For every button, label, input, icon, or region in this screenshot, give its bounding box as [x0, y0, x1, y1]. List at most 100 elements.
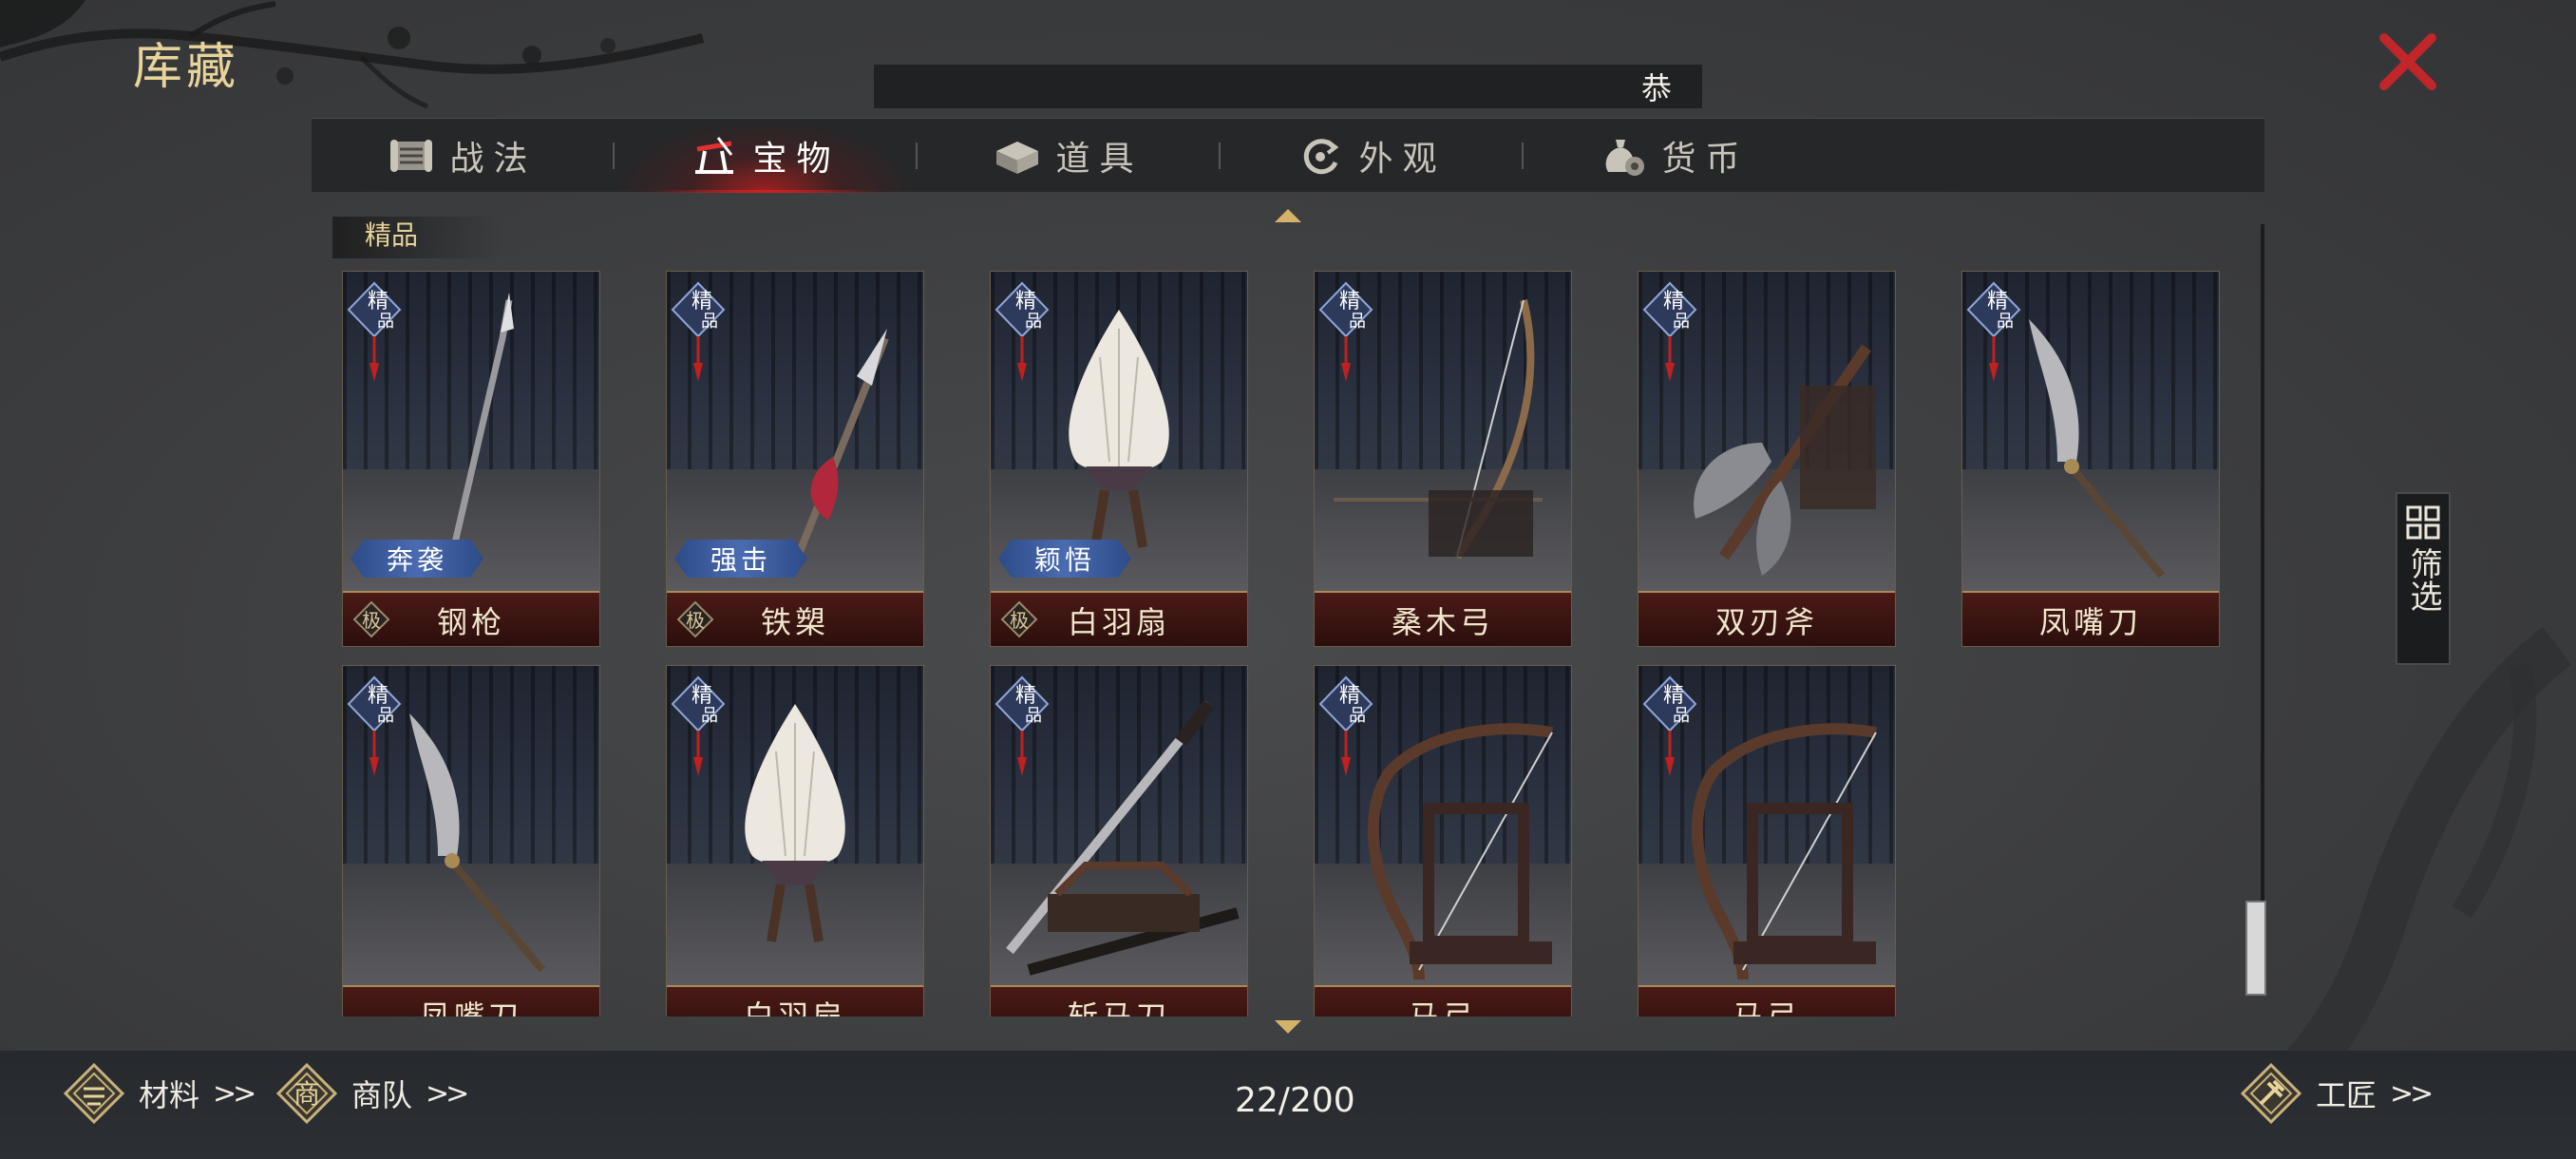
ink-branch-decoration: [0, 0, 705, 109]
tab-label: 货币: [1661, 139, 1750, 179]
badge-char: 品: [701, 312, 718, 332]
treasure-name: 桑木弓: [1315, 591, 1571, 646]
quality-badge: 精品: [1642, 281, 1697, 382]
treasure-card[interactable]: 精品颖悟 白羽扇极: [990, 271, 1248, 647]
badge-char: 精: [368, 684, 388, 708]
treasure-card[interactable]: 精品凤嘴刀: [342, 665, 600, 1016]
quality-badge: 精品: [671, 675, 726, 776]
treasure-card[interactable]: 精品桑木弓: [1314, 271, 1572, 647]
treasure-grid: 精品奔袭 钢枪极精品强击 铁槊极精品颖悟 白羽扇极精品桑木弓精品双刃斧精品凤嘴刀精品凤…: [342, 271, 2242, 1016]
tab-label: 宝物: [752, 139, 841, 179]
quality-grade-icon: 极: [1000, 600, 1038, 638]
tab-currency[interactable]: 货币: [1524, 119, 1825, 193]
badge-char: 品: [1673, 312, 1690, 332]
box-icon: [996, 141, 1039, 174]
quality-badge: 精品: [1966, 281, 2021, 382]
badge-char: 精: [1339, 290, 1360, 314]
page-title: 库藏: [133, 39, 240, 96]
close-icon[interactable]: [2375, 28, 2441, 95]
scroll-up-arrow-icon[interactable]: [1275, 209, 1301, 222]
treasure-name: 凤嘴刀: [343, 985, 599, 1016]
tab-appearance[interactable]: 外观: [1221, 119, 1522, 193]
caravan-icon: 商: [275, 1062, 338, 1125]
svg-text:极: 极: [686, 609, 705, 632]
quality-badge: 精品: [994, 281, 1050, 382]
swirl-icon: [1304, 138, 1339, 174]
chevron-right-icon: >>: [213, 1076, 256, 1111]
quality-grade-icon: 极: [676, 600, 714, 638]
svg-text:极: 极: [1010, 609, 1029, 632]
craftsman-label: 工匠: [2316, 1077, 2377, 1113]
treasure-card[interactable]: 精品奔袭 钢枪极: [342, 271, 600, 647]
filter-label: 筛选: [2404, 547, 2442, 612]
quality-badge: 精品: [1642, 675, 1697, 776]
materials-button[interactable]: 材料 >>: [63, 1062, 256, 1125]
craftsman-button[interactable]: 工匠 >>: [2240, 1062, 2434, 1125]
scroll-down-arrow-icon[interactable]: [1275, 1020, 1301, 1034]
badge-char: 品: [377, 312, 394, 332]
quality-badge: 精品: [671, 281, 726, 382]
money-bag-icon: [1606, 139, 1645, 176]
chevron-right-icon: >>: [2390, 1076, 2434, 1111]
badge-char: 品: [1349, 706, 1366, 726]
badge-char: 品: [1673, 706, 1690, 726]
materials-icon: [63, 1062, 125, 1125]
tab-tactics[interactable]: 战法: [312, 119, 613, 193]
quality-badge: 精品: [347, 281, 402, 382]
treasure-card[interactable]: 精品马弓: [1314, 665, 1572, 1016]
tab-items[interactable]: 道具: [918, 119, 1219, 193]
notice-text: 恭: [1640, 70, 1672, 106]
chevron-right-icon: >>: [426, 1076, 469, 1111]
scrollbar-track[interactable]: [2261, 224, 2264, 996]
skill-tag: 颖悟: [998, 540, 1131, 578]
badge-char: 精: [1015, 290, 1036, 314]
quality-grade-icon: 极: [352, 600, 390, 638]
badge-char: 品: [1025, 312, 1042, 332]
caravan-button[interactable]: 商 商队 >>: [275, 1062, 469, 1125]
treasure-card[interactable]: 精品强击 铁槊极: [666, 271, 924, 647]
badge-char: 精: [1015, 684, 1036, 708]
caravan-glyph: 商: [294, 1078, 320, 1110]
tab-label: 外观: [1358, 139, 1447, 179]
quality-badge: 精品: [1318, 675, 1373, 776]
badge-char: 精: [691, 290, 712, 314]
treasure-card[interactable]: 精品马弓: [1638, 665, 1896, 1016]
badge-char: 精: [1339, 684, 1360, 708]
quality-badge: 精品: [1318, 281, 1373, 382]
badge-char: 品: [377, 706, 394, 726]
quality-badge: 精品: [994, 675, 1050, 776]
scroll-icon: [390, 139, 433, 172]
badge-char: 精: [1987, 290, 2008, 314]
skill-tag: 奔袭: [350, 540, 483, 578]
treasure-card[interactable]: 精品凤嘴刀: [1961, 271, 2220, 647]
grid-filter-icon: [2406, 505, 2440, 540]
badge-char: 品: [701, 706, 718, 726]
storage-count: 22/200: [1235, 1081, 1355, 1120]
badge-char: 精: [691, 684, 712, 708]
treasure-name: 双刃斧: [1638, 591, 1895, 646]
treasure-card[interactable]: 精品双刃斧: [1638, 271, 1896, 647]
treasure-name: 凤嘴刀: [1962, 591, 2219, 646]
materials-label: 材料: [139, 1077, 200, 1113]
treasure-name: 斩马刀: [991, 985, 1247, 1016]
tab-bar: 战法 宝物 道具 外观 货币: [312, 118, 2264, 193]
quality-badge: 精品: [347, 675, 402, 776]
tab-treasure[interactable]: 宝物: [615, 118, 916, 193]
section-label: 精品: [332, 217, 503, 258]
treasure-card[interactable]: 精品白羽扇: [666, 665, 924, 1016]
badge-char: 精: [1663, 290, 1684, 314]
notice-bar: 恭: [874, 65, 1702, 108]
skill-tag: 强击: [674, 540, 807, 578]
craftsman-icon: [2240, 1062, 2302, 1125]
badge-char: 精: [368, 290, 388, 314]
svg-text:极: 极: [362, 609, 381, 632]
badge-char: 品: [1025, 706, 1042, 726]
filter-button[interactable]: 筛选: [2396, 492, 2451, 665]
treasure-card[interactable]: 精品斩马刀: [990, 665, 1248, 1016]
treasure-name: 白羽扇: [667, 985, 923, 1016]
caravan-label: 商队: [351, 1077, 413, 1113]
scrollbar-thumb[interactable]: [2245, 901, 2266, 996]
tab-label: 战法: [449, 139, 538, 179]
badge-char: 品: [1349, 312, 1366, 332]
badge-char: 品: [1997, 312, 2014, 332]
